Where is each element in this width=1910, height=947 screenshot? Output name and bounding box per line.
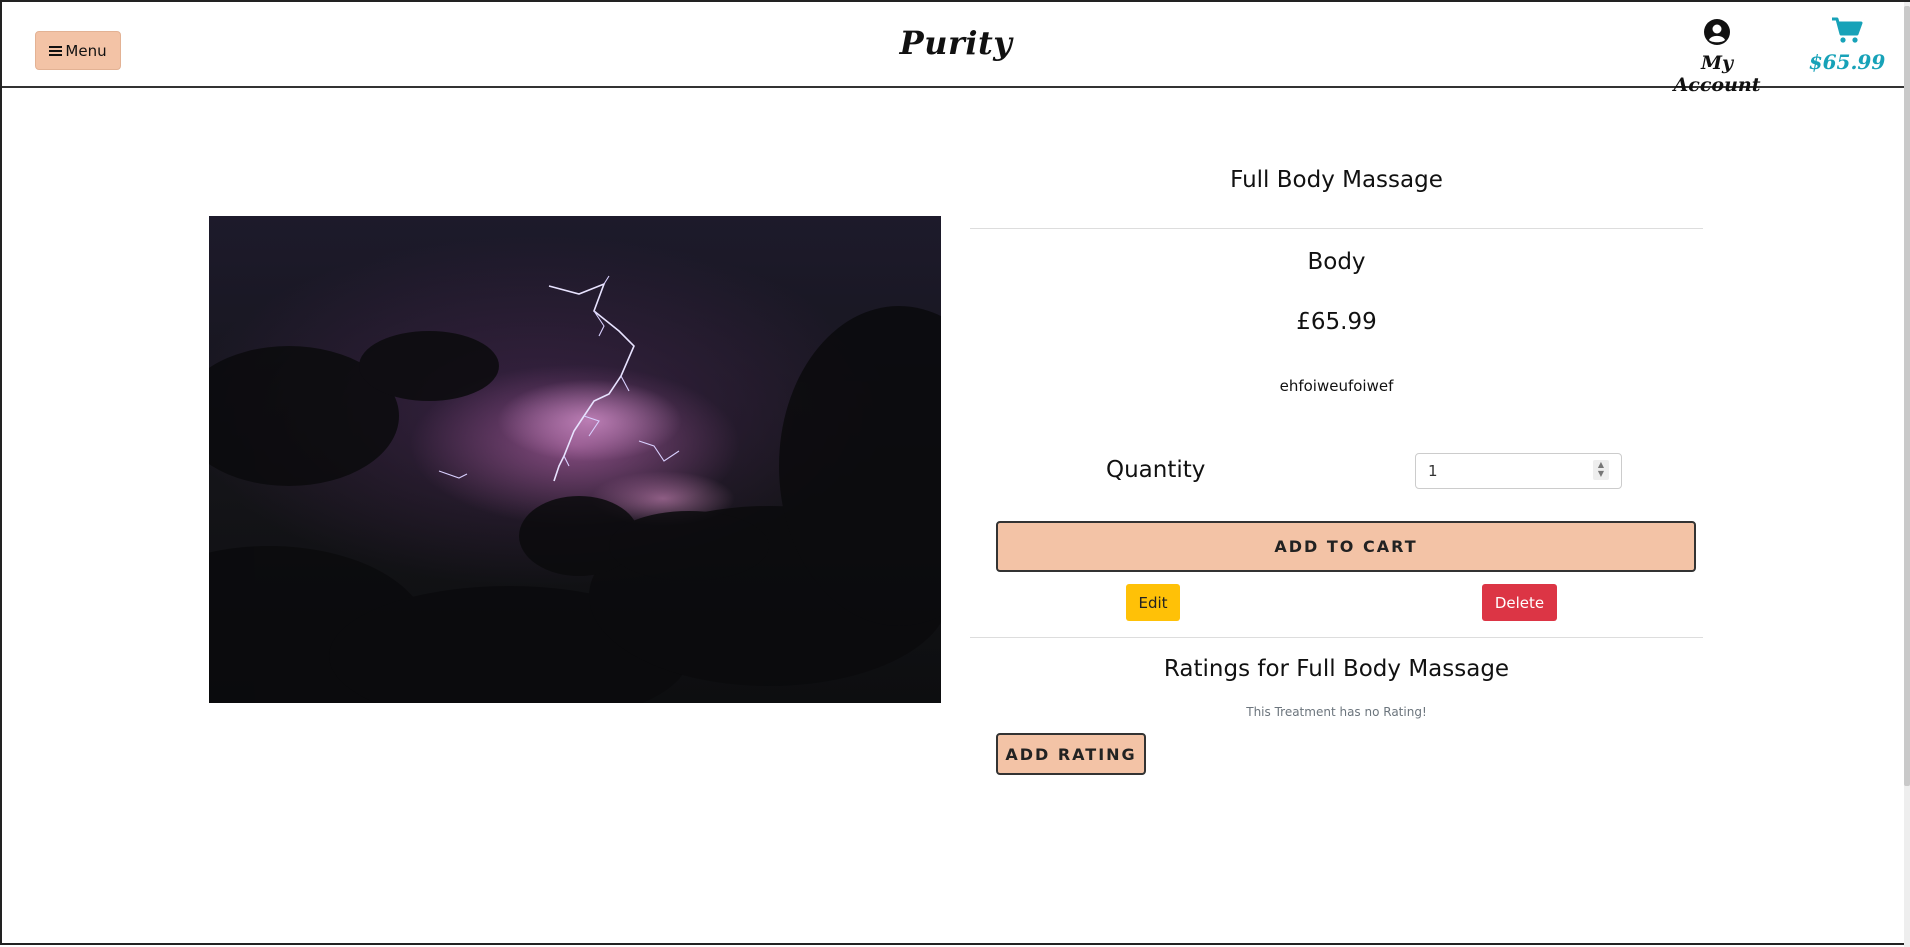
product-description: ehfoiweufoiwef [1279,377,1394,395]
my-account-label: My Account [1673,52,1761,96]
add-to-cart-button[interactable]: ADD TO CART [996,521,1696,572]
divider [970,228,1703,229]
quantity-input[interactable] [1415,453,1622,489]
delete-button[interactable]: Delete [1482,584,1557,621]
menu-button[interactable]: Menu [35,31,121,70]
my-account-link[interactable]: My Account [1657,18,1777,96]
chevron-up-icon[interactable]: ▲ [1593,460,1609,469]
no-rating-message: This Treatment has no Rating! [1246,705,1427,719]
hamburger-icon [49,45,63,57]
user-circle-icon [1704,19,1730,45]
navbar: Menu Purity My Account $65.99 [2,2,1910,96]
add-rating-button[interactable]: ADD RATING [996,733,1146,775]
ratings-title: Ratings for Full Body Massage [1163,656,1510,682]
product-price: £65.99 [1296,309,1377,335]
scrollbar-thumb[interactable] [1904,6,1910,786]
divider [970,637,1703,638]
product-category: Body [1307,249,1366,275]
brand-container: Purity [2,24,1910,62]
cart-total: $65.99 [1808,50,1886,74]
product-name: Full Body Massage [1230,167,1443,193]
product-image [209,216,941,703]
edit-button[interactable]: Edit [1126,584,1180,621]
brand-logo[interactable]: Purity [900,24,1013,62]
menu-label: Menu [65,41,107,60]
chevron-down-icon[interactable]: ▼ [1593,469,1609,478]
quantity-label: Quantity [1106,457,1206,483]
lightning-bolt-graphic [209,275,941,703]
quantity-spinner[interactable]: ▲ ▼ [1593,460,1609,480]
shopping-cart-icon [1832,17,1863,43]
page-scrollbar[interactable] [1904,2,1910,947]
cart-link[interactable]: $65.99 [1807,16,1887,74]
